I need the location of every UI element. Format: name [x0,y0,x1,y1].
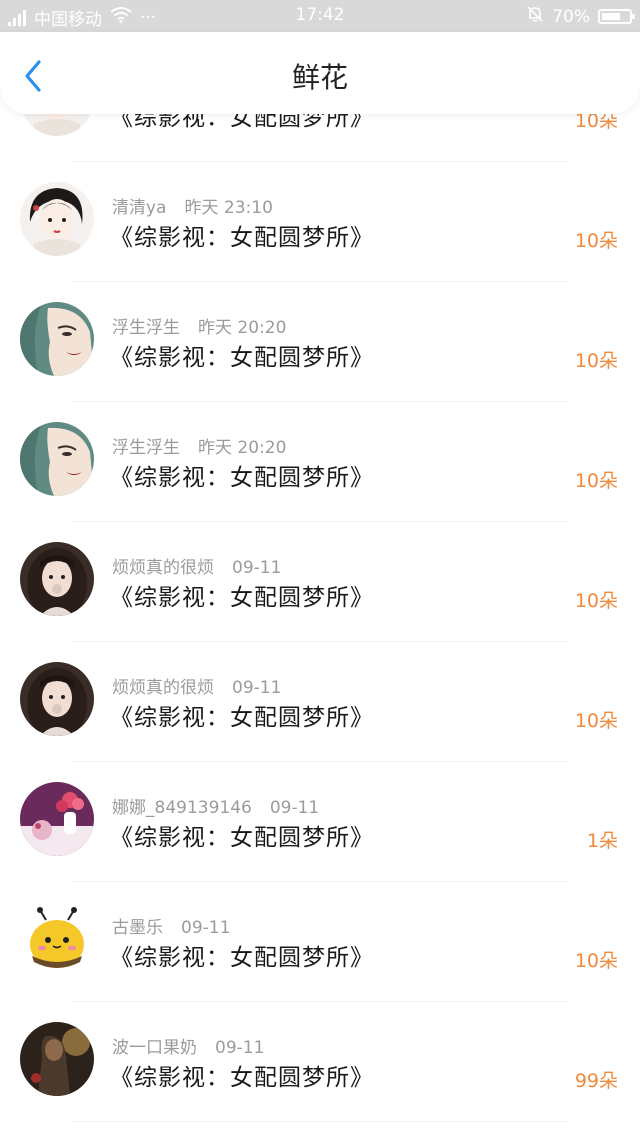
book-title: 《综影视：女配圆梦所》 [110,825,374,851]
record-meta: 烦烦真的很烦 09-11 [112,673,281,698]
mute-bell-icon [526,5,544,28]
list-item[interactable]: 波一口果奶 09-11 《综影视：女配圆梦所》 99朵 [0,1002,640,1122]
book-title: 《综影视：女配圆梦所》 [110,945,374,971]
timestamp: 09-11 [181,918,231,938]
flower-count: 10朵 [574,710,618,732]
user-name[interactable]: 古墨乐 [112,918,163,938]
timestamp: 09-11 [232,678,282,698]
timestamp: 09-11 [215,1038,265,1058]
battery-percent: 70% [552,6,590,27]
record-meta: 浮生浮生 昨天 20:20 [112,313,286,338]
flower-count: 10朵 [574,470,618,492]
timestamp: 昨天 20:20 [198,438,287,458]
user-name[interactable]: 波一口果奶 [112,1038,197,1058]
flower-record-list: 《综影视：女配圆梦所》 10朵 清清ya 昨天 23:10 《综影视：女配圆梦所》 10朵… [0,42,640,1122]
list-item[interactable]: 烦烦真的很烦 09-11 《综影视：女配圆梦所》 10朵 [0,642,640,762]
divider [70,1121,570,1122]
avatar[interactable] [20,662,94,736]
list-item[interactable]: 娜娜_849139146 09-11 《综影视：女配圆梦所》 1朵 [0,762,640,882]
record-meta: 娜娜_849139146 09-11 [112,793,319,818]
flower-count: 10朵 [574,350,618,372]
list-item[interactable]: 清清ya 昨天 23:10 《综影视：女配圆梦所》 10朵 [0,162,640,282]
book-title: 《综影视：女配圆梦所》 [110,705,374,731]
page-title: 鲜花 [291,61,348,94]
avatar[interactable] [20,542,94,616]
user-name[interactable]: 烦烦真的很烦 [112,678,214,698]
book-title: 《综影视：女配圆梦所》 [110,465,374,491]
avatar[interactable] [20,782,94,856]
record-meta: 波一口果奶 09-11 [112,1033,264,1058]
list-item[interactable]: 烦烦真的很烦 09-11 《综影视：女配圆梦所》 10朵 [0,522,640,642]
avatar[interactable] [20,422,94,496]
user-name[interactable]: 浮生浮生 [112,438,180,458]
flower-count: 10朵 [574,230,618,252]
flower-count: 99朵 [574,1070,618,1092]
timestamp: 昨天 23:10 [184,198,273,218]
user-name[interactable]: 浮生浮生 [112,318,180,338]
record-meta: 浮生浮生 昨天 20:20 [112,433,286,458]
user-name[interactable]: 清清ya [112,198,166,218]
timestamp: 昨天 20:20 [198,318,287,338]
status-bar: 中国移动 ··· 17:42 70% [0,0,640,32]
book-title: 《综影视：女配圆梦所》 [110,585,374,611]
nav-header: 鲜花 [0,32,640,114]
flower-count: 10朵 [574,590,618,612]
timestamp: 09-11 [232,558,282,578]
record-meta: 清清ya 昨天 23:10 [112,193,273,218]
list-item[interactable]: 古墨乐 09-11 《综影视：女配圆梦所》 10朵 [0,882,640,1002]
book-title: 《综影视：女配圆梦所》 [110,225,374,251]
avatar[interactable] [20,902,94,976]
timestamp: 09-11 [269,798,320,818]
avatar[interactable] [20,1022,94,1096]
avatar[interactable] [20,302,94,376]
flower-count: 1朵 [586,830,618,852]
list-item[interactable]: 浮生浮生 昨天 20:20 《综影视：女配圆梦所》 10朵 [0,282,640,402]
record-meta: 烦烦真的很烦 09-11 [112,553,281,578]
status-right: 70% [526,5,635,28]
list-item[interactable]: 浮生浮生 昨天 20:20 《综影视：女配圆梦所》 10朵 [0,402,640,522]
flower-count: 10朵 [574,950,618,972]
book-title: 《综影视：女配圆梦所》 [110,345,374,371]
battery-icon [598,9,635,24]
user-name[interactable]: 娜娜_849139146 [112,798,252,818]
record-meta: 古墨乐 09-11 [112,913,230,938]
avatar[interactable] [20,182,94,256]
book-title: 《综影视：女配圆梦所》 [110,1065,374,1091]
user-name[interactable]: 烦烦真的很烦 [112,558,214,578]
